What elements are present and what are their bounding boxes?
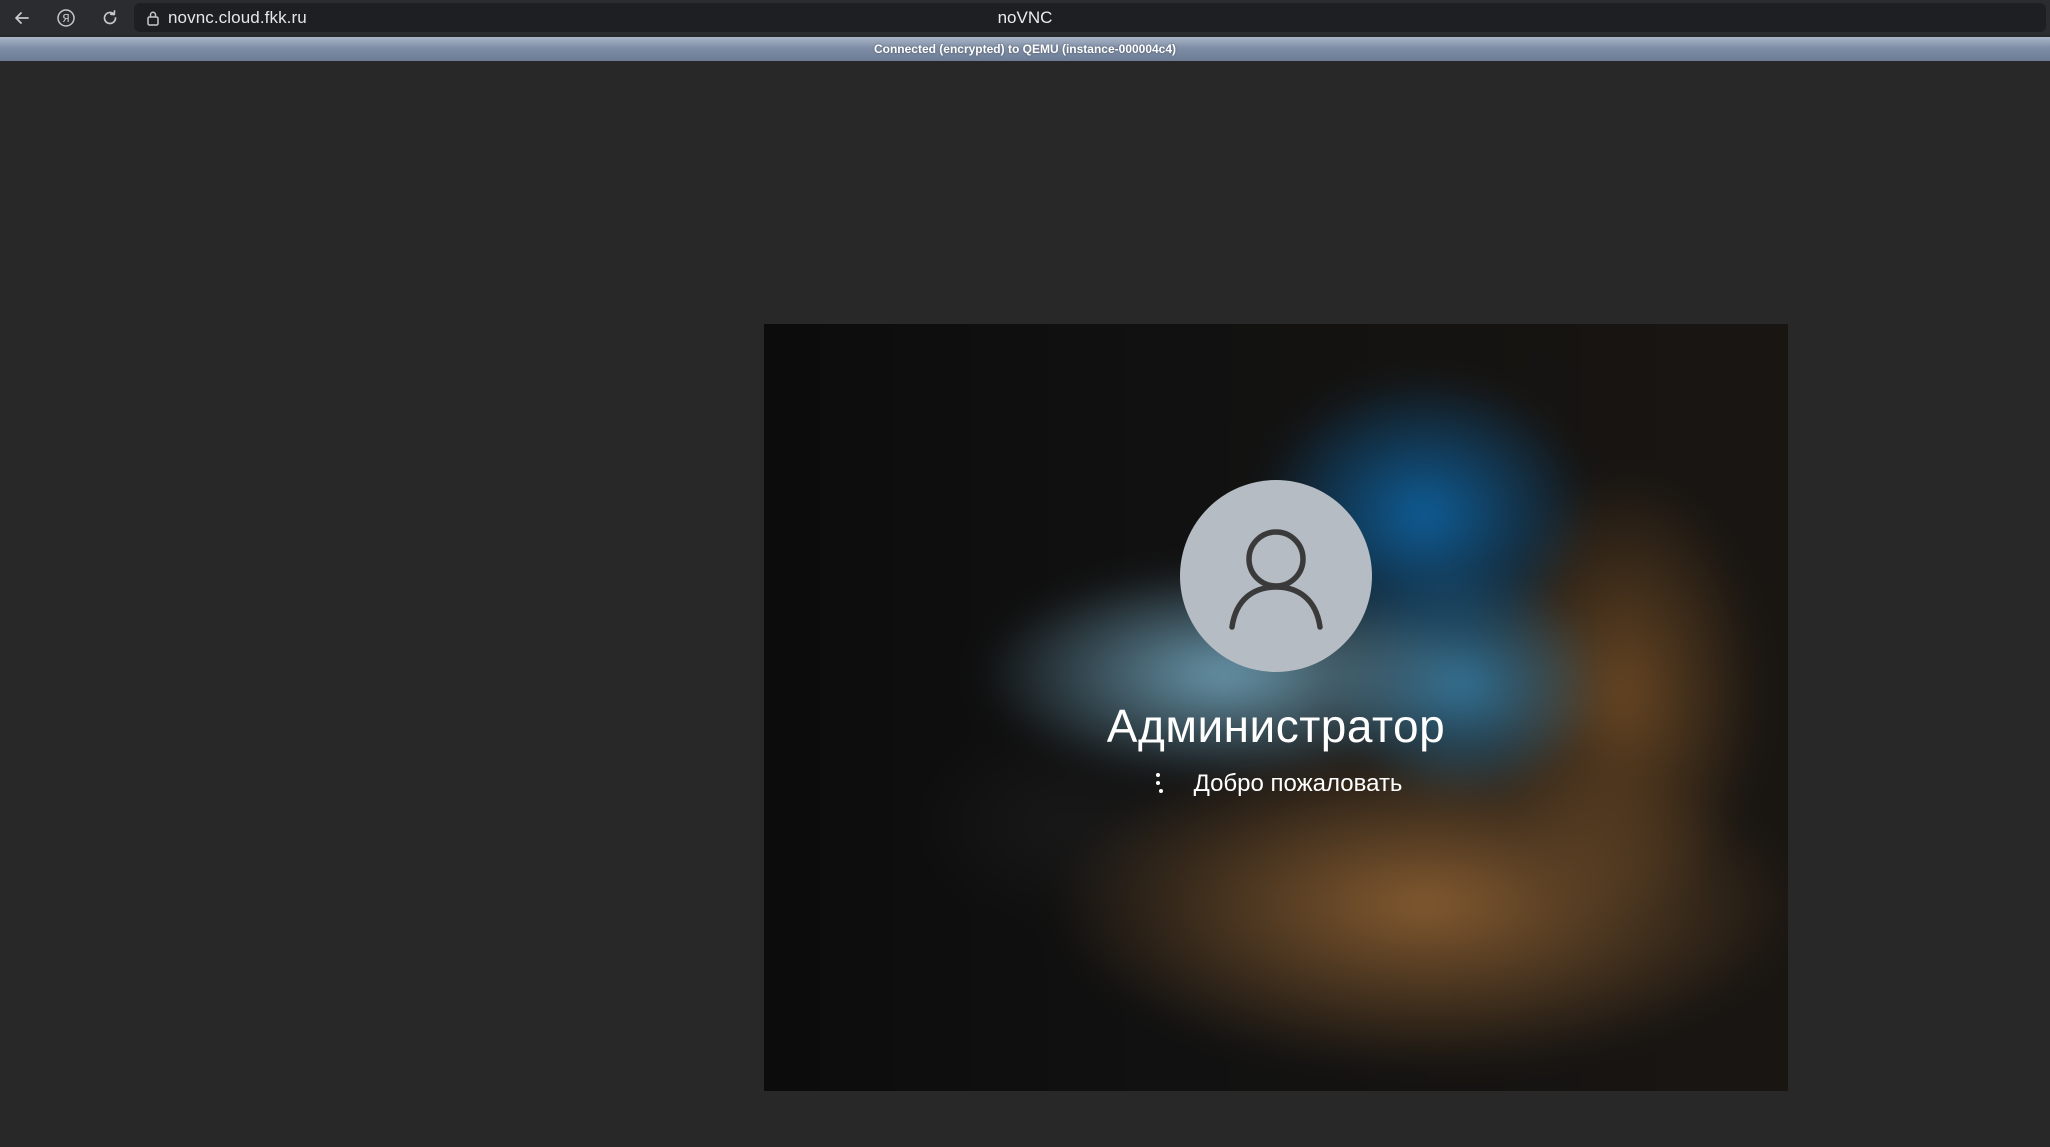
reload-button[interactable]: [88, 0, 132, 35]
svg-text:Я: Я: [62, 12, 70, 25]
back-button[interactable]: [0, 0, 44, 35]
yandex-button[interactable]: Я: [44, 0, 88, 35]
vnc-viewport: Администратор Добро пожаловать: [0, 61, 2050, 1147]
remote-screen[interactable]: Администратор Добро пожаловать: [764, 324, 1788, 1091]
yandex-icon: Я: [57, 8, 75, 27]
lock-icon[interactable]: [138, 10, 168, 26]
user-avatar: [1180, 480, 1372, 672]
address-bar[interactable]: novnc.cloud.fkk.ru: [134, 3, 2046, 32]
back-arrow-icon: [15, 11, 29, 24]
url-text[interactable]: novnc.cloud.fkk.ru: [168, 8, 307, 28]
welcome-text: Добро пожаловать: [1193, 770, 1403, 797]
reload-icon: [103, 9, 117, 24]
connection-status-bar: Connected (encrypted) to QEMU (instance-…: [0, 37, 2050, 61]
connection-status-text: Connected (encrypted) to QEMU (instance-…: [873, 42, 1177, 56]
browser-toolbar: Я novnc.cloud.fkk.ru noVNC: [0, 0, 2050, 35]
username-label: Администратор: [1106, 700, 1446, 752]
loading-spinner-icon: [1150, 769, 1180, 799]
welcome-status: Добро пожаловать: [764, 769, 1788, 799]
user-silhouette-icon: [1229, 529, 1323, 630]
